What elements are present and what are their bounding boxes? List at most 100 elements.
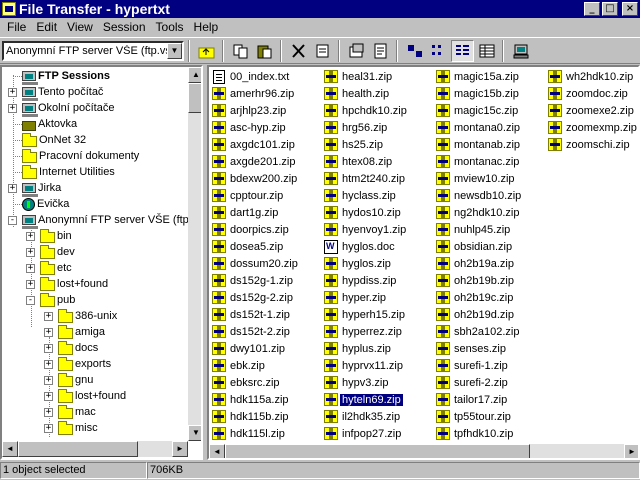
expand-button[interactable]: + [44,328,53,337]
paste-button[interactable] [253,40,276,62]
file-item[interactable]: doorpics.zip [212,221,300,238]
file-item[interactable]: zoomschi.zip [548,136,638,153]
tree-item[interactable]: dev [40,244,77,260]
file-item[interactable]: hyenvoy1.zip [324,221,409,238]
scroll-thumb[interactable] [188,83,201,113]
file-item[interactable]: dart1g.zip [212,204,300,221]
file-item[interactable]: tpfhdk10.zip [436,425,523,442]
tree-item[interactable]: OnNet 32 [22,132,88,148]
file-item[interactable]: ds152t-1.zip [212,306,300,323]
up-folder-button[interactable] [195,40,218,62]
file-list-pane[interactable]: 00_index.txt amerhr96.zip arjhlp23.zip asc-… [207,65,640,460]
list-view-button[interactable] [451,39,474,62]
file-item[interactable]: magic15a.zip [436,68,523,85]
scroll-right-button[interactable]: ► [172,441,188,457]
file-item[interactable]: health.zip [324,85,409,102]
file-item[interactable]: oh2b19a.zip [436,255,523,272]
scroll-right-button[interactable]: ► [624,444,638,458]
tree-item[interactable]: gnu [58,372,95,388]
tree-item[interactable]: lost+found [40,276,110,292]
file-item[interactable]: hyper.zip [324,289,409,306]
expand-button[interactable]: + [8,104,17,113]
scroll-left-button[interactable]: ◄ [209,444,225,458]
file-item[interactable]: nuhlp45.zip [436,221,523,238]
tree-item[interactable]: FTP Sessions [22,68,112,85]
disconnect-button[interactable] [509,40,532,62]
tree-item[interactable]: Internet Utilities [22,164,117,180]
file-item[interactable]: ds152t-2.zip [212,323,300,340]
expand-button[interactable]: + [26,232,35,241]
expand-button[interactable]: + [44,392,53,401]
scroll-left-button[interactable]: ◄ [2,441,18,457]
file-item[interactable]: hyperh15.zip [324,306,409,323]
delete-button[interactable] [287,40,310,62]
file-item[interactable]: cpptour.zip [212,187,300,204]
title-bar[interactable]: File Transfer - hypertxt _ □ × [0,0,640,18]
file-item[interactable]: hydos10.zip [324,204,409,221]
file-item[interactable]: sbh2a102.zip [436,323,523,340]
file-item[interactable]: mview10.zip [436,170,523,187]
file-item[interactable]: arjhlp23.zip [212,102,300,119]
tree-item[interactable]: Okolní počítače [22,100,116,117]
file-item[interactable]: magic15c.zip [436,102,523,119]
expand-button[interactable]: + [44,376,53,385]
file-item[interactable]: surefi-2.zip [436,374,523,391]
file-item[interactable]: hdk115b.zip [212,408,300,425]
scroll-up-button[interactable]: ▲ [188,67,201,83]
file-item[interactable]: axgde201.zip [212,153,300,170]
file-item[interactable]: dwy101.zip [212,340,300,357]
close-button[interactable]: × [622,2,638,16]
file-item[interactable]: montana0.zip [436,119,523,136]
file-item[interactable]: amerhr96.zip [212,85,300,102]
tree-item[interactable]: Aktovka [22,116,79,132]
file-item[interactable]: heal31.zip [324,68,409,85]
file-item[interactable]: hyglos.zip [324,255,409,272]
file-item[interactable]: tailor17.zip [436,391,523,408]
file-item[interactable]: newsdb10.zip [436,187,523,204]
expand-button[interactable]: + [26,264,35,273]
file-item[interactable]: montanab.zip [436,136,523,153]
expand-button[interactable]: + [44,360,53,369]
expand-button[interactable]: + [26,248,35,257]
menu-edit[interactable]: Edit [31,20,62,34]
tree-item[interactable]: Pracovní dokumenty [22,148,141,164]
file-item[interactable]: oh2b19d.zip [436,306,523,323]
file-item[interactable]: asc-hyp.zip [212,119,300,136]
file-item[interactable]: hdk115l.zip [212,425,300,442]
file-item[interactable]: surefi-1.zip [436,357,523,374]
file-item[interactable]: hdk115a.zip [212,391,300,408]
details-view-button[interactable] [475,40,498,62]
tree-item[interactable]: 386-unix [58,308,119,324]
collapse-button[interactable]: - [8,216,17,225]
scroll-thumb[interactable] [18,441,138,457]
file-item[interactable]: obsidian.zip [436,238,523,255]
file-item[interactable]: hyprvx11.zip [324,357,409,374]
tree-item[interactable]: etc [40,260,74,276]
file-item[interactable]: hs25.zip [324,136,409,153]
files-horizontal-scrollbar[interactable]: ◄ ► [209,444,638,458]
file-item[interactable]: axgdc101.zip [212,136,300,153]
expand-button[interactable]: + [44,408,53,417]
menu-help[interactable]: Help [189,20,224,34]
file-item[interactable]: ds152g-1.zip [212,272,300,289]
file-item[interactable]: montanac.zip [436,153,523,170]
tree-item[interactable]: bin [40,228,74,244]
file-item[interactable]: hpchdk10.zip [324,102,409,119]
tree-item[interactable]: Anonymní FTP server VŠE (ftp. [22,212,188,229]
scroll-thumb[interactable] [225,444,530,458]
file-item[interactable]: tp55tour.zip [436,408,523,425]
address-dropdown-button[interactable]: ▼ [167,42,182,59]
tree-item[interactable]: Evička [22,196,71,212]
file-item[interactable]: zoomexe2.zip [548,102,638,119]
file-item[interactable]: il2hdk35.zip [324,408,409,425]
file-item[interactable]: dossum20.zip [212,255,300,272]
file-item[interactable]: zoomdoc.zip [548,85,638,102]
menu-file[interactable]: File [2,20,31,34]
tree-item[interactable]: Tento počítač [22,84,105,101]
properties-button[interactable] [345,40,368,62]
file-item[interactable]: wh2hdk10.zip [548,68,638,85]
tree-item[interactable]: Jirka [22,180,63,197]
file-item[interactable]: hyglos.doc [324,238,409,255]
file-item[interactable]: hyperrez.zip [324,323,409,340]
large-icons-button[interactable] [403,40,426,62]
